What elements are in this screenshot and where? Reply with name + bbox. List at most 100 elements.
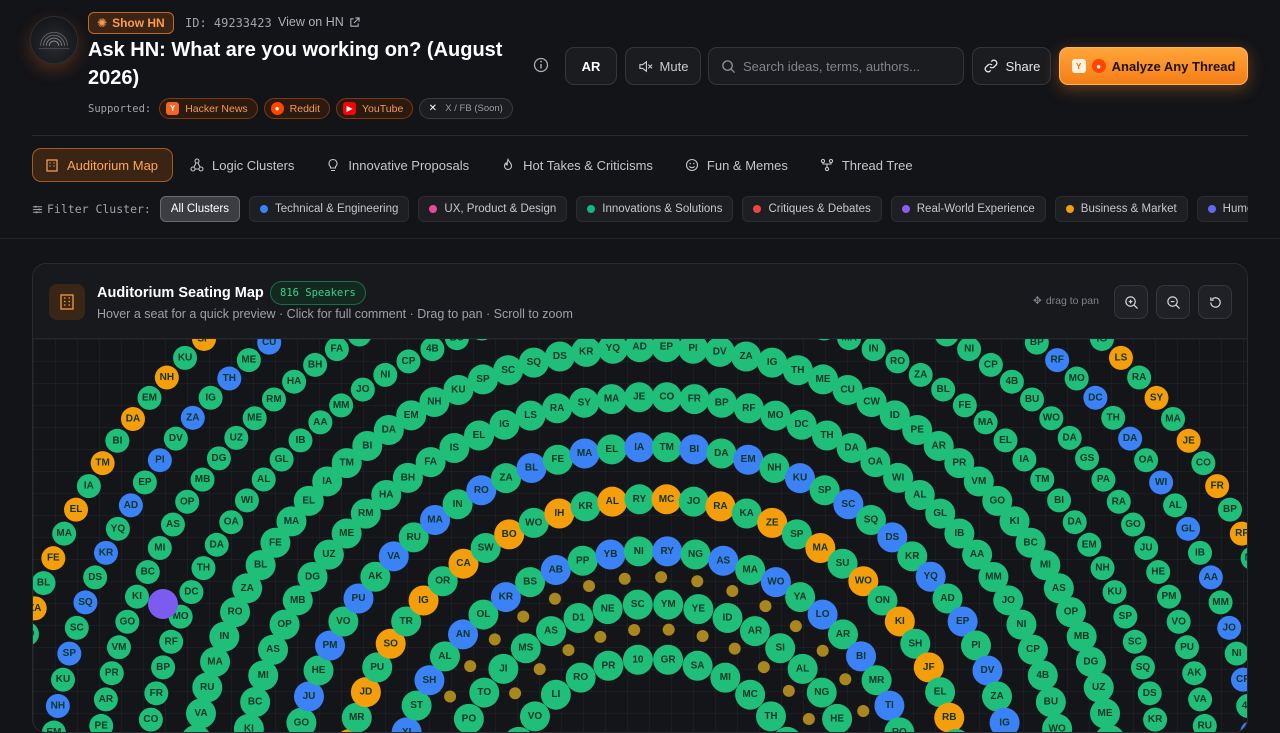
seat[interactable]: WO [1042,713,1073,733]
seat[interactable]: 4B [999,369,1024,394]
seat[interactable]: AS [536,616,567,647]
view-on-hn-link[interactable]: View on HN [278,15,360,29]
seat[interactable]: MI [710,662,741,693]
source-hacker-news[interactable]: Y Hacker News [159,98,258,119]
seat[interactable]: IN [861,339,886,362]
chip-humor[interactable]: Humo [1196,196,1248,222]
seat[interactable]: EL [925,677,956,708]
seat[interactable]: IH [544,498,575,529]
seat[interactable]: WO [518,507,549,538]
show-hn-badge[interactable]: ✺ Show HN [88,12,174,34]
seat[interactable]: DS [83,565,108,590]
seat[interactable]: VO [1166,609,1191,634]
seat[interactable]: BU [1240,721,1248,733]
seat[interactable]: NH [1090,556,1115,581]
seat[interactable]: DA [1118,426,1143,451]
seat[interactable]: TH [217,366,242,391]
seat[interactable]: LS [515,400,546,431]
seat[interactable]: 4B [420,339,445,362]
seat[interactable]: WI [234,488,259,513]
seat[interactable]: MM [329,393,354,418]
chip-real-world[interactable]: Real-World Experience [890,196,1046,222]
seat[interactable]: JO [1217,615,1242,640]
seat[interactable]: EL [596,434,627,465]
seat[interactable]: RU [1192,713,1217,733]
seat[interactable]: AR [739,616,770,647]
seat[interactable]: MA [973,410,998,435]
seat[interactable]: MA [52,521,77,546]
seat[interactable]: TO [469,677,500,708]
seat[interactable]: PO [453,703,484,733]
seat[interactable]: AS [708,545,739,576]
seat[interactable]: BL [33,571,56,596]
seat[interactable]: RF [1229,521,1248,546]
seat[interactable]: RA [1106,489,1131,514]
seat[interactable] [148,589,178,619]
seat[interactable]: BU [444,339,469,351]
seat[interactable]: CU [257,339,282,355]
seat[interactable]: RA [542,393,573,424]
seat[interactable]: GS [1075,446,1100,471]
seat[interactable]: DA [1057,425,1082,450]
seat[interactable]: SI [765,633,796,664]
seat[interactable]: ZA [908,362,933,387]
seat[interactable]: BC [135,560,160,585]
seat[interactable]: VO [519,701,550,732]
seat[interactable]: GO [286,707,317,733]
seat[interactable]: BP [151,655,176,680]
seat[interactable]: UZ [1083,672,1114,703]
seat[interactable]: AA [308,410,333,435]
seat[interactable]: RF [1045,348,1070,373]
seat[interactable]: BU [1035,686,1066,717]
seat[interactable]: GL [269,447,294,472]
seat[interactable]: YB [595,539,626,570]
seat[interactable]: NI [623,536,654,567]
seat-circle[interactable] [347,339,371,347]
seat[interactable]: ST [401,690,432,721]
seat[interactable]: SQ [1130,655,1155,680]
seat[interactable]: DV [163,426,188,451]
share-button[interactable]: Share [972,47,1051,85]
seat[interactable]: NG [806,677,837,708]
seat[interactable]: AB [540,555,571,586]
seat[interactable]: JO [678,486,709,517]
seat[interactable]: WO [1039,406,1064,431]
seat[interactable]: ZA [982,681,1013,712]
info-icon[interactable] [532,56,550,74]
seat[interactable]: SA [682,650,713,681]
seat[interactable]: SC [493,355,524,386]
seat[interactable]: TH [756,701,787,732]
seat[interactable]: DA [1062,510,1087,535]
seat[interactable]: CO [1191,451,1216,476]
mute-button[interactable]: Mute [625,47,701,85]
seat[interactable]: BI [1047,488,1072,513]
seat[interactable]: LS [1108,345,1133,370]
source-reddit[interactable]: ● Reddit [263,98,331,119]
seat[interactable]: KR [571,339,602,367]
seat[interactable]: NI [373,362,398,387]
seat[interactable]: KR [93,540,118,565]
seat[interactable]: RF [733,393,764,424]
seat[interactable]: KU [51,667,76,692]
seat[interactable]: FE [41,546,66,571]
seat[interactable]: BP [706,387,737,418]
ar-button[interactable]: AR [565,47,617,85]
analyze-thread-button[interactable]: Y ● Analyze Any Thread [1059,47,1248,85]
chip-business[interactable]: Business & Market [1054,196,1188,222]
seat[interactable]: JE [1176,428,1201,453]
tab-hot-takes[interactable]: Hot Takes & Criticisms [488,148,668,182]
seat[interactable]: CP [1230,667,1248,692]
seat[interactable]: ME [1090,698,1121,729]
seat[interactable]: TI [874,690,905,721]
seat[interactable]: IA [624,432,655,463]
seat[interactable]: PA [1091,467,1116,492]
seat[interactable]: RM [261,387,286,412]
seat[interactable]: AL [1163,493,1188,518]
seat[interactable]: KU [1102,580,1127,605]
seat[interactable]: VA [185,698,216,729]
seat[interactable]: MA [596,384,627,415]
seat[interactable]: KI [233,713,264,733]
seat[interactable]: DA [204,532,229,557]
seat[interactable]: IB [1188,540,1213,565]
seat[interactable]: DG [1075,646,1106,677]
